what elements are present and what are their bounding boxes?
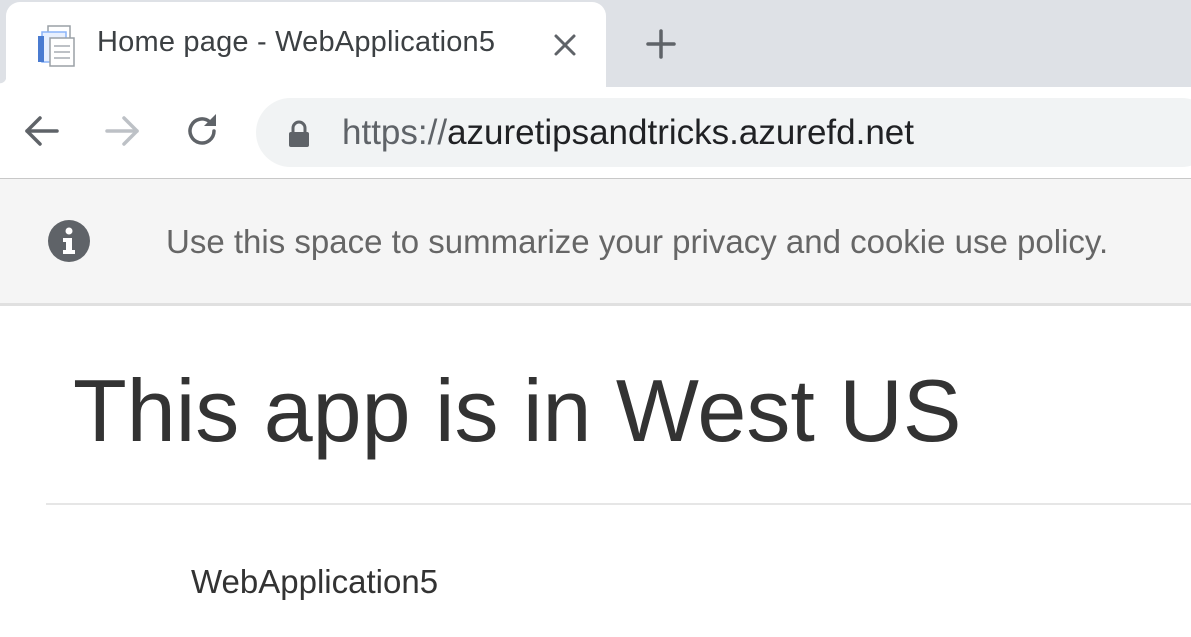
document-page-icon	[38, 25, 75, 67]
cookie-policy-text: Use this space to summarize your privacy…	[166, 223, 1109, 260]
browser-toolbar: https://azuretipsandtricks.azurefd.net	[0, 87, 1191, 179]
tab-strip: Home page - WebApplication5	[0, 0, 1191, 87]
info-icon	[48, 220, 90, 262]
tab-title: Home page - WebApplication5	[97, 26, 496, 58]
content-divider	[46, 503, 1191, 505]
arrow-right-icon[interactable]	[102, 111, 142, 151]
address-bar[interactable]: https://azuretipsandtricks.azurefd.net	[256, 98, 1191, 167]
url-scheme: https://	[342, 113, 448, 152]
browser-tab-active[interactable]: Home page - WebApplication5	[0, 2, 606, 87]
footer-app-name: WebApplication5	[191, 563, 439, 600]
reload-icon[interactable]	[182, 111, 222, 151]
page-heading: This app is in West US	[73, 361, 962, 460]
url-text[interactable]: https://azuretipsandtricks.azurefd.net	[342, 113, 914, 153]
close-icon[interactable]	[553, 33, 577, 57]
arrow-left-icon[interactable]	[22, 111, 62, 151]
cookie-consent-banner: Use this space to summarize your privacy…	[0, 179, 1191, 306]
plus-icon[interactable]	[645, 28, 677, 60]
url-host: azuretipsandtricks.azurefd.net	[447, 113, 914, 152]
lock-icon[interactable]	[286, 120, 312, 148]
